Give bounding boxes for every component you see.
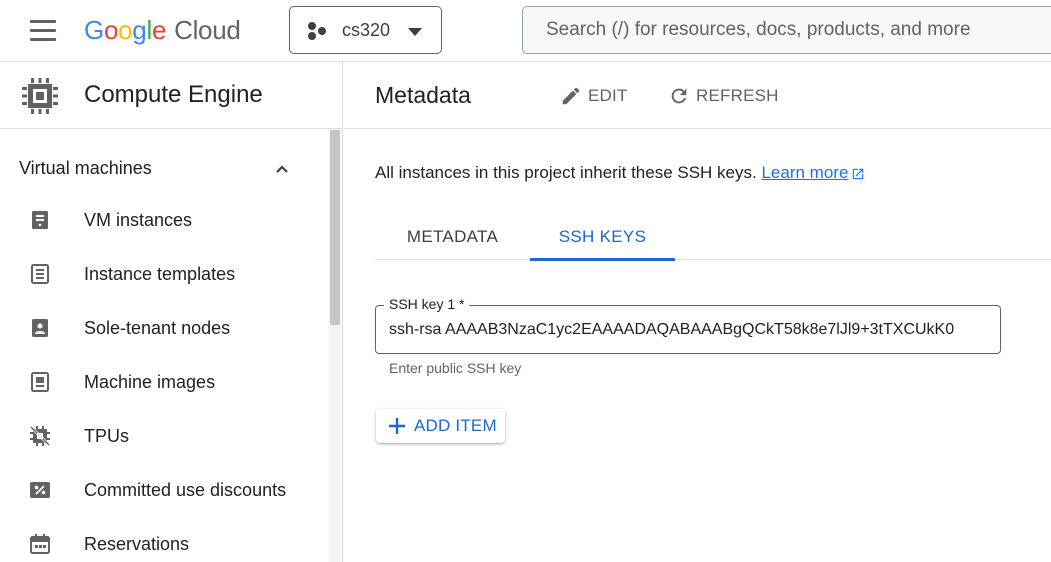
sidebar-item-sole-tenant-nodes[interactable]: Sole-tenant nodes xyxy=(0,303,328,353)
learn-more-link[interactable]: Learn more xyxy=(761,163,848,182)
edit-label: EDIT xyxy=(588,86,628,105)
info-text: All instances in this project inherit th… xyxy=(375,163,865,183)
instance-templates-icon xyxy=(31,264,49,284)
sidebar-item-vm-instances[interactable]: VM instances xyxy=(0,195,328,245)
refresh-button[interactable]: REFRESH xyxy=(668,82,779,110)
project-selector[interactable]: cs320 xyxy=(289,6,442,54)
scrollbar-thumb[interactable] xyxy=(330,130,340,325)
learn-more-label: Learn more xyxy=(761,163,849,182)
percent-icon xyxy=(30,482,50,498)
tab-ssh-keys[interactable]: SSH KEYS xyxy=(530,214,675,261)
sidebar-item-label: TPUs xyxy=(84,426,129,446)
logo-letter: e xyxy=(151,14,167,45)
logo-letter: o xyxy=(103,14,119,45)
main-content: Metadata EDIT REFRESH All instances in t… xyxy=(344,62,1051,562)
sidebar-item-label: Instance templates xyxy=(84,264,236,284)
logo-letter: g xyxy=(132,14,147,45)
sidebar-item-reservations[interactable]: Reservations xyxy=(0,519,328,562)
tpu-icon xyxy=(29,425,51,447)
top-bar: Go o g l e Cloud cs320 xyxy=(0,0,1051,62)
logo-letter: o xyxy=(118,14,133,45)
google-cloud-logo[interactable]: Go o g l e Cloud xyxy=(84,13,241,47)
main-menu-icon[interactable] xyxy=(20,17,66,45)
sidebar: Compute Engine Virtual machines VM insta… xyxy=(0,62,343,562)
sidebar-scrollbar[interactable] xyxy=(329,129,341,562)
edit-button[interactable]: EDIT xyxy=(560,82,628,110)
search-input[interactable] xyxy=(524,8,1044,52)
chevron-down-icon xyxy=(408,28,422,36)
machine-images-icon xyxy=(31,372,49,392)
sidebar-item-instance-templates[interactable]: Instance templates xyxy=(0,249,328,299)
sidebar-title: Compute Engine xyxy=(84,81,263,108)
ssh-key-hint: Enter public SSH key xyxy=(389,360,522,376)
add-item-label: ADD ITEM xyxy=(414,416,497,435)
vm-instances-icon xyxy=(32,211,48,229)
sidebar-header: Compute Engine xyxy=(0,62,342,129)
sidebar-item-label: Machine images xyxy=(84,372,216,392)
refresh-label: REFRESH xyxy=(696,86,779,105)
plus-icon xyxy=(389,418,405,434)
pencil-icon xyxy=(562,87,580,105)
logo-product-name: Cloud xyxy=(174,14,241,45)
info-message: All instances in this project inherit th… xyxy=(375,163,757,182)
section-label: Virtual machines xyxy=(19,158,152,178)
logo-letter: G xyxy=(84,14,104,45)
project-name: cs320 xyxy=(342,20,391,40)
sidebar-item-label: Committed use discounts xyxy=(84,480,287,500)
search-box[interactable] xyxy=(522,6,1051,54)
section-virtual-machines[interactable]: Virtual machines xyxy=(0,154,320,184)
chevron-up-icon xyxy=(276,165,288,173)
external-link-icon[interactable] xyxy=(851,167,865,181)
ssh-key-field: SSH key 1 * xyxy=(375,296,1001,354)
sole-tenant-nodes-icon xyxy=(32,319,48,337)
tab-bar: METADATA SSH KEYS xyxy=(375,214,1051,261)
ssh-key-input[interactable] xyxy=(389,318,989,342)
refresh-icon xyxy=(671,88,687,104)
sidebar-item-label: VM instances xyxy=(84,210,193,230)
sidebar-item-machine-images[interactable]: Machine images xyxy=(0,357,328,407)
main-header: Metadata EDIT REFRESH xyxy=(344,62,1051,129)
calendar-icon xyxy=(30,534,50,554)
sidebar-item-label: Sole-tenant nodes xyxy=(84,318,231,338)
page-title: Metadata xyxy=(375,82,471,108)
compute-engine-icon xyxy=(22,78,58,114)
tab-metadata[interactable]: METADATA xyxy=(375,214,530,260)
sidebar-item-committed-use-discounts[interactable]: Committed use discounts xyxy=(0,465,328,515)
add-item-button[interactable]: ADD ITEM xyxy=(376,409,505,443)
sidebar-item-tpus[interactable]: TPUs xyxy=(0,411,328,461)
project-icon xyxy=(308,22,328,40)
sidebar-item-label: Reservations xyxy=(84,534,190,554)
ssh-key-label: SSH key 1 * xyxy=(384,296,470,312)
